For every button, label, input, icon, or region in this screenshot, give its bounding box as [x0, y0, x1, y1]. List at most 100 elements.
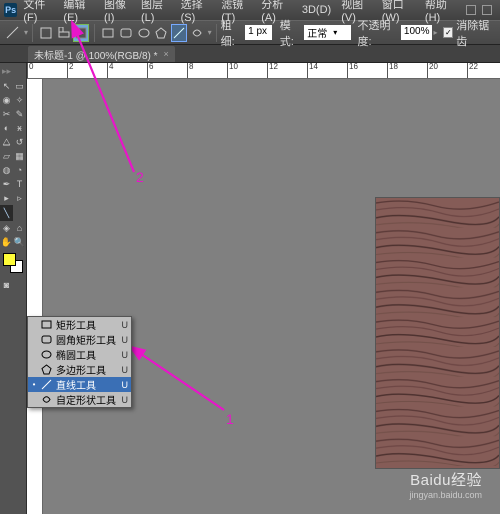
menu-image[interactable]: 图像(I): [104, 0, 131, 24]
flyout-label: 多边形工具: [56, 362, 118, 377]
lasso-tool[interactable]: ◉: [0, 93, 13, 107]
ruler-h: 024681012141618202224: [27, 63, 500, 79]
menu-3d[interactable]: 3D(D): [302, 4, 331, 16]
ruler-tick: 22: [467, 63, 478, 79]
line-icon: [41, 379, 52, 390]
flyout-label: 圆角矩形工具: [56, 332, 118, 347]
flyout-label: 矩形工具: [56, 317, 118, 332]
collapse-handle[interactable]: ▸▸: [0, 63, 13, 79]
flyout-shortcut: U: [122, 350, 129, 360]
3d-tool[interactable]: ◈: [0, 221, 13, 235]
opacity-field[interactable]: 100%: [401, 25, 433, 40]
fg-color[interactable]: [3, 253, 16, 266]
min-icon[interactable]: [466, 5, 476, 15]
color-swatch[interactable]: [3, 253, 23, 273]
ruler-tick: 6: [147, 63, 153, 79]
gradient-tool[interactable]: ▦: [13, 149, 26, 163]
fill-pixels-btn[interactable]: [73, 24, 89, 42]
flyout-shortcut: U: [122, 335, 129, 345]
ruler-v: [27, 79, 43, 514]
flyout-item-line[interactable]: • 直线工具 U: [28, 377, 131, 392]
menu-edit[interactable]: 编辑(E): [63, 0, 94, 24]
flyout-label: 自定形状工具: [56, 392, 118, 407]
rect-icon: [41, 319, 52, 330]
weight-field[interactable]: 1 px: [245, 25, 272, 40]
pen-tool[interactable]: ✒: [0, 177, 13, 191]
ruler-tick: 20: [427, 63, 438, 79]
mode-label: 模式:: [280, 17, 302, 49]
ruler-tick: 0: [27, 63, 33, 79]
blur-tool[interactable]: ◍: [0, 163, 13, 177]
menu-help[interactable]: 帮助(H): [425, 0, 456, 24]
type-tool[interactable]: T: [13, 177, 26, 191]
flyout-shortcut: U: [122, 380, 129, 390]
direct-select[interactable]: ▹: [13, 191, 26, 205]
zoom-tool[interactable]: 🔍: [13, 235, 26, 249]
flyout-label: 直线工具: [56, 377, 118, 392]
paths-btn[interactable]: [56, 24, 72, 42]
menu-select[interactable]: 选择(S): [181, 0, 212, 24]
shape-ellipse-icon[interactable]: [136, 24, 152, 42]
doc-tabs: 未标题-1 @ 100%(RGB/8) * ×: [0, 45, 500, 63]
flyout-shortcut: U: [122, 395, 129, 405]
flyout-shortcut: U: [122, 365, 129, 375]
move-tool[interactable]: ↖: [0, 79, 13, 93]
flyout-item-poly[interactable]: 多边形工具 U: [28, 362, 131, 377]
ruler-tick: 16: [347, 63, 358, 79]
antialias-checkbox[interactable]: ✓: [443, 27, 453, 38]
max-icon[interactable]: [482, 5, 492, 15]
shape-poly-icon[interactable]: [153, 24, 169, 42]
flyout-item-rrect[interactable]: 圆角矩形工具 U: [28, 332, 131, 347]
mode-select[interactable]: 正常: [304, 25, 351, 40]
dot-icon: •: [31, 380, 37, 389]
flyout-item-rect[interactable]: 矩形工具 U: [28, 317, 131, 332]
flyout-item-ellipse[interactable]: 椭圆工具 U: [28, 347, 131, 362]
opacity-label: 不透明度:: [357, 17, 397, 49]
dodge-tool[interactable]: ◔: [13, 163, 26, 177]
wand-tool[interactable]: ✧: [13, 93, 26, 107]
flyout-shortcut: U: [122, 320, 129, 330]
stamp-tool[interactable]: ⧋: [0, 135, 13, 149]
watermark-brand: Baidu经验: [409, 471, 482, 491]
shape-custom-icon[interactable]: [189, 24, 205, 42]
shape-tool-flyout: 矩形工具 U 圆角矩形工具 U 椭圆工具 U 多边形工具 U • 直线工具 U 自定形状工具 U: [27, 316, 132, 408]
menu-layer[interactable]: 图层(L): [141, 0, 171, 24]
shape-rect-icon[interactable]: [100, 24, 116, 42]
ellipse-icon: [41, 349, 52, 360]
shape-tool[interactable]: ╲: [0, 205, 13, 221]
ruler-tick: 12: [267, 63, 278, 79]
shape-line-icon[interactable]: [171, 24, 187, 42]
shape-layer-btn[interactable]: [38, 24, 54, 42]
ruler-tick: 18: [387, 63, 398, 79]
wood-texture-image: [375, 197, 500, 469]
tool-preset-icon[interactable]: [6, 25, 20, 41]
weight-label: 粗细:: [221, 17, 243, 49]
camera-tool[interactable]: ⌂: [13, 221, 26, 235]
path-select[interactable]: ▸: [0, 191, 13, 205]
history-brush[interactable]: ↺: [13, 135, 26, 149]
ruler-tick: 4: [107, 63, 113, 79]
flyout-label: 椭圆工具: [56, 347, 118, 362]
close-icon[interactable]: ×: [164, 49, 169, 59]
crop-tool[interactable]: ✂: [0, 107, 13, 121]
doc-tab-title: 未标题-1 @ 100%(RGB/8) *: [34, 47, 158, 62]
menu-file[interactable]: 文件(F): [23, 0, 53, 24]
flyout-item-custom[interactable]: 自定形状工具 U: [28, 392, 131, 407]
menu-bar: Ps 文件(F) 编辑(E) 图像(I) 图层(L) 选择(S) 滤镜(T) 分…: [0, 0, 500, 20]
eraser-tool[interactable]: ▱: [0, 149, 13, 163]
custom-icon: [41, 394, 52, 405]
eyedropper-tool[interactable]: ✎: [13, 107, 26, 121]
toolbox: ▸▸ ↖▭ ◉✧ ✂✎ ◐ӿ ⧋↺ ▱▦ ◍◔ ✒T ▸▹ ╲ ◈⌂ ✋🔍 ◙: [0, 63, 27, 514]
marquee-tool[interactable]: ▭: [13, 79, 26, 93]
heal-tool[interactable]: ◐: [0, 121, 13, 135]
ruler-tick: 2: [67, 63, 73, 79]
watermark-url: jingyan.baidu.com: [409, 490, 482, 502]
brush-tool[interactable]: ӿ: [13, 121, 26, 135]
hand-tool[interactable]: ✋: [0, 235, 13, 249]
ruler-tick: 14: [307, 63, 318, 79]
canvas[interactable]: [43, 79, 500, 514]
workspace: ▸▸ ↖▭ ◉✧ ✂✎ ◐ӿ ⧋↺ ▱▦ ◍◔ ✒T ▸▹ ╲ ◈⌂ ✋🔍 ◙ …: [0, 63, 500, 514]
quickmask[interactable]: ◙: [0, 277, 13, 293]
doc-tab[interactable]: 未标题-1 @ 100%(RGB/8) * ×: [28, 46, 175, 62]
shape-rrect-icon[interactable]: [118, 24, 134, 42]
